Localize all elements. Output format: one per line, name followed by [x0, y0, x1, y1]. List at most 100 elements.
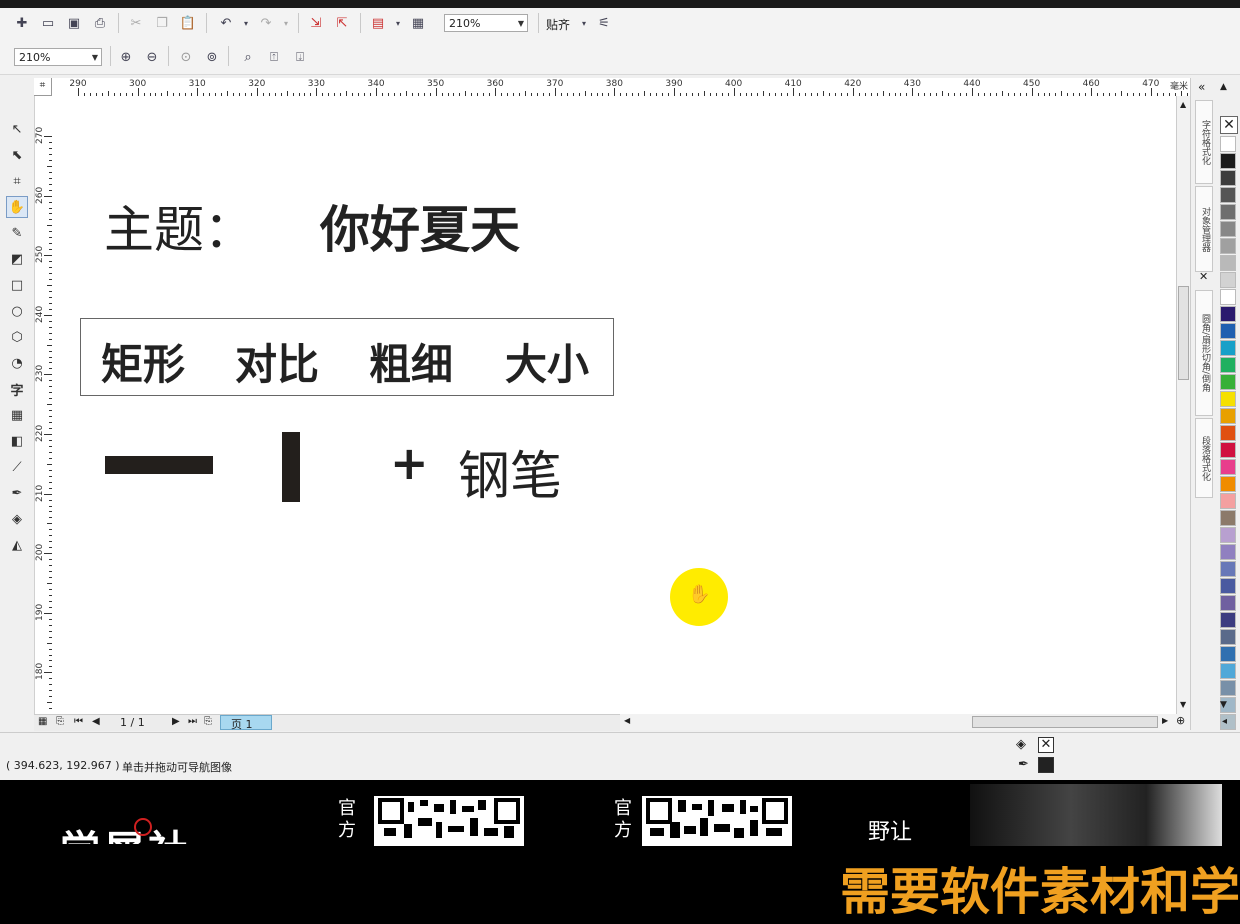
rectangle-tool-icon[interactable]: □ [6, 274, 28, 296]
cut-icon[interactable]: ✂ [126, 13, 146, 33]
new-document-icon[interactable]: ✚ [12, 13, 32, 33]
color-swatch[interactable] [1220, 323, 1236, 339]
scroll-up-icon[interactable]: ▲ [1180, 100, 1186, 109]
print-icon[interactable]: ⎙ [90, 13, 110, 33]
color-swatch[interactable] [1220, 544, 1236, 560]
color-swatch[interactable] [1220, 527, 1236, 543]
scroll-right-icon[interactable]: ▶ [1162, 716, 1168, 725]
ellipse-tool-icon[interactable]: ○ [6, 300, 28, 322]
zoom-selected-icon[interactable]: ⊙ [176, 47, 196, 67]
zoom-all-objects-icon[interactable]: ⊚ [202, 47, 222, 67]
snap-dropdown-icon[interactable]: ▾ [574, 13, 594, 33]
drawing-canvas[interactable]: 主题： 你好夏天 矩形 对比 粗细 大小 + 钢笔 ✋ [52, 96, 1176, 714]
color-swatch[interactable] [1220, 578, 1236, 594]
zoom-level-combo[interactable]: 210% ▼ [444, 14, 528, 32]
qr-code-2[interactable] [642, 796, 792, 846]
vertical-scroll-thumb[interactable] [1178, 286, 1189, 380]
redo-icon[interactable]: ↷ [256, 13, 276, 33]
palette-down-icon[interactable]: ▼ [1220, 700, 1227, 710]
color-swatch[interactable] [1220, 629, 1236, 645]
snap-to-button[interactable]: 贴齐 [546, 16, 570, 33]
interactive-fill-tool-icon[interactable]: ◭ [6, 534, 28, 556]
outline-pen-tool-icon[interactable]: ✒ [6, 482, 28, 504]
color-swatch[interactable] [1220, 153, 1236, 169]
scroll-left-icon[interactable]: ◀ [624, 716, 630, 725]
vertical-bar-shape[interactable] [282, 432, 300, 502]
horizontal-bar-shape[interactable] [105, 456, 213, 474]
publish-dropdown-icon[interactable]: ▾ [388, 13, 408, 33]
open-icon[interactable]: ▭ [38, 13, 58, 33]
color-swatch[interactable] [1220, 306, 1236, 322]
save-icon[interactable]: ▣ [64, 13, 84, 33]
color-swatch[interactable] [1220, 221, 1236, 237]
paste-icon[interactable]: 📋 [178, 13, 198, 33]
color-swatch[interactable] [1220, 357, 1236, 373]
text-tool-icon[interactable]: 字 [6, 378, 28, 400]
color-swatch[interactable] [1220, 459, 1236, 475]
color-swatch[interactable] [1220, 680, 1236, 696]
import-icon[interactable]: ⇲ [306, 13, 326, 33]
undo-icon[interactable]: ↶ [216, 13, 236, 33]
horizontal-scroll-thumb[interactable] [972, 716, 1158, 728]
palette-up-icon[interactable]: ▲ [1220, 82, 1227, 92]
color-swatch[interactable] [1220, 272, 1236, 288]
zoom-in-icon[interactable]: ⊕ [116, 47, 136, 67]
zoom-levels-combo[interactable]: 210% ▼ [14, 48, 102, 66]
horizontal-ruler[interactable]: 290 300 310 320 330 340 350 360 370 380 390 400 410 4… [52, 78, 1190, 97]
add-page-icon[interactable]: ⎘ [56, 716, 64, 727]
zoom-out-icon[interactable]: ⊖ [142, 47, 162, 67]
scroll-down-icon[interactable]: ▼ [1180, 700, 1186, 709]
color-swatch[interactable] [1220, 612, 1236, 628]
docker-tab-paragraph-format[interactable]: 段落格式化 [1195, 418, 1213, 498]
polygon-tool-icon[interactable]: ⬡ [6, 326, 28, 348]
ruler-origin-icon[interactable]: ⌗ [34, 78, 52, 96]
first-page-icon[interactable]: ⏮ [74, 716, 83, 727]
docker-collapse-icon[interactable]: « [1198, 80, 1205, 94]
smart-fill-tool-icon[interactable]: ◩ [6, 248, 28, 270]
docker-tab-object-manager[interactable]: 对象管理器 [1195, 186, 1213, 272]
color-swatch[interactable] [1220, 255, 1236, 271]
options-icon[interactable]: ⚟ [594, 13, 614, 33]
color-swatch[interactable] [1220, 340, 1236, 356]
color-swatch[interactable] [1220, 187, 1236, 203]
export-icon[interactable]: ⇱ [332, 13, 352, 33]
docker-tab-character-format[interactable]: 字符格式化 [1195, 100, 1213, 184]
color-swatch[interactable] [1220, 663, 1236, 679]
pick-tool-icon[interactable]: ↖ [6, 118, 28, 140]
undo-dropdown-icon[interactable]: ▾ [236, 13, 256, 33]
table-tool-icon[interactable]: ▦ [6, 404, 28, 426]
color-swatch[interactable] [1220, 289, 1236, 305]
outline-color-swatch[interactable] [1038, 757, 1054, 773]
freehand-tool-icon[interactable]: ✎ [6, 222, 28, 244]
color-swatch[interactable] [1220, 561, 1236, 577]
color-swatch[interactable] [1220, 170, 1236, 186]
full-screen-preview-icon[interactable]: ▦ [408, 13, 428, 33]
color-swatch[interactable] [1220, 442, 1236, 458]
color-swatch[interactable] [1220, 425, 1236, 441]
last-page-icon[interactable]: ⏭ [188, 716, 197, 727]
publish-pdf-icon[interactable]: ▤ [368, 13, 388, 33]
shape-tool-icon[interactable]: ⬉ [6, 144, 28, 166]
fill-tool-icon[interactable]: ◈ [6, 508, 28, 530]
redo-dropdown-icon[interactable]: ▾ [276, 13, 296, 33]
qr-code-1[interactable] [374, 796, 524, 846]
crop-tool-icon[interactable]: ⌗ [6, 170, 28, 192]
prev-page-icon[interactable]: ◀ [92, 716, 100, 727]
eyedropper-tool-icon[interactable]: ⟋ [6, 456, 28, 478]
palette-flyout-icon[interactable]: ◂ [1222, 716, 1227, 727]
zoom-page-width-icon[interactable]: ⍐ [264, 47, 284, 67]
pan-tool-icon[interactable]: ✋ [6, 196, 28, 218]
color-swatch[interactable] [1220, 391, 1236, 407]
color-swatch[interactable] [1220, 510, 1236, 526]
color-swatch[interactable] [1220, 646, 1236, 662]
color-swatch[interactable] [1220, 493, 1236, 509]
interactive-tool-icon[interactable]: ◧ [6, 430, 28, 452]
fill-color-swatch[interactable]: ✕ [1038, 737, 1054, 753]
color-swatch[interactable] [1220, 238, 1236, 254]
navigator-icon[interactable]: ⊕ [1176, 714, 1185, 727]
docker-tab-fillet[interactable]: 圆角/扇形切角/倒角 [1195, 290, 1213, 416]
color-swatch[interactable] [1220, 595, 1236, 611]
color-swatch[interactable] [1220, 374, 1236, 390]
vertical-scrollbar[interactable]: ▲ ▼ [1176, 96, 1191, 714]
page-tab[interactable]: 页 1 [220, 715, 272, 731]
